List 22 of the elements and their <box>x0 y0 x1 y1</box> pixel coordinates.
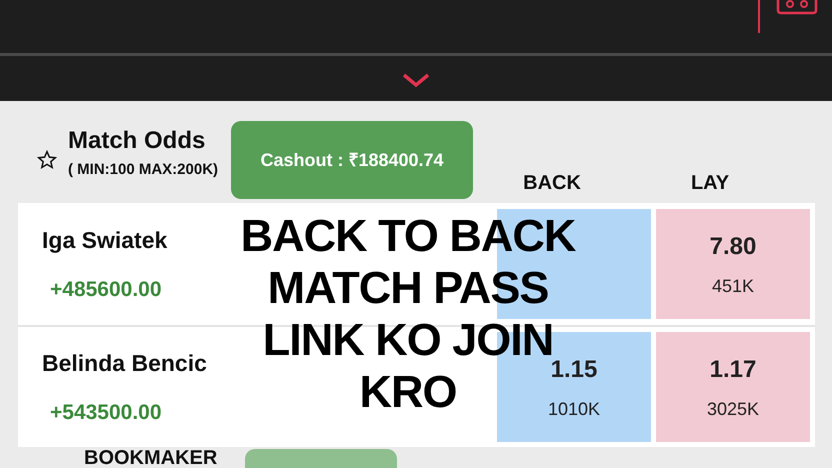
market-title: Match Odds <box>68 126 206 156</box>
star-icon[interactable] <box>37 150 57 170</box>
column-header: BACK <box>522 171 582 196</box>
wallet-icon[interactable] <box>776 0 818 15</box>
runner-name: Belinda Bencic <box>42 349 207 378</box>
caption-line: MATCH PASS <box>268 262 548 314</box>
chevron-down-icon[interactable] <box>401 72 431 88</box>
runner-profit: +543500.00 <box>50 400 162 426</box>
column-header: LAY <box>690 171 730 196</box>
runner-name: Iga Swiatek <box>42 226 168 255</box>
runner-profit: +485600.00 <box>50 276 162 302</box>
market-limits: ( MIN:100 MAX:200K) <box>68 160 218 180</box>
odds-volume: 1010K <box>548 398 600 420</box>
caption-line: LINK KO JOIN <box>262 314 554 365</box>
market-title: BOOKMAKER <box>84 449 218 468</box>
odds-price[interactable]: 7.80 <box>710 228 756 264</box>
caption-line: BACK TO BACK <box>240 210 576 262</box>
caption-line: KRO <box>360 366 456 418</box>
odds-volume: 3025K <box>706 398 760 420</box>
odds-price[interactable]: 1.15 <box>550 352 598 388</box>
odds-price[interactable]: 1.17 <box>710 352 756 388</box>
odds-volume: 451K <box>712 274 754 298</box>
